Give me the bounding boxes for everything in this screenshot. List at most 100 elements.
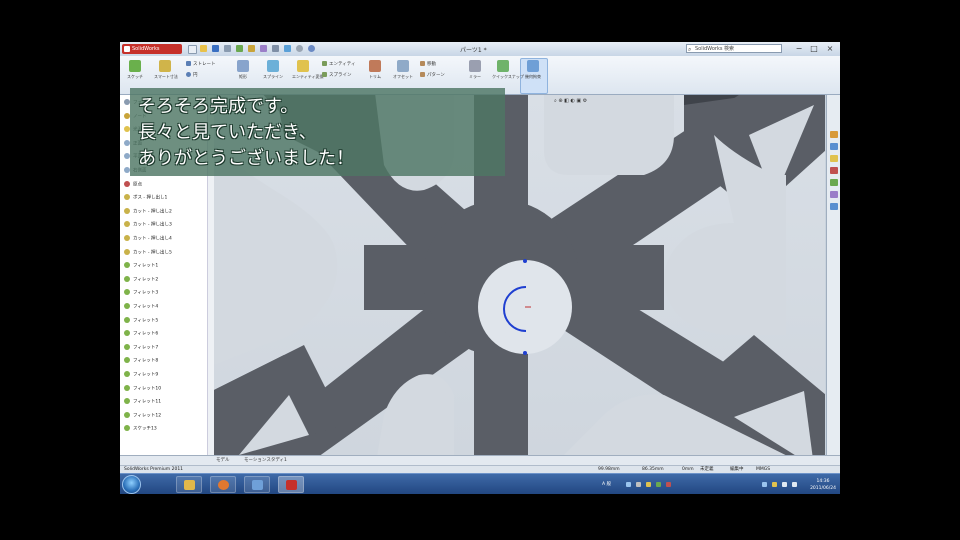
- move-tool[interactable]: 移動: [420, 61, 436, 67]
- rectangle-tool[interactable]: 矩形: [232, 60, 254, 80]
- ime-icon-5[interactable]: [666, 482, 671, 487]
- tree-item[interactable]: フィレット11: [124, 398, 161, 406]
- tree-node-icon: [124, 180, 130, 187]
- convert-entities-tool[interactable]: エンティティ変換: [292, 60, 324, 80]
- taskbar-explorer[interactable]: [176, 476, 202, 493]
- feature-icon: [124, 221, 130, 228]
- line-tool[interactable]: ストレート: [186, 61, 216, 67]
- tree-item[interactable]: フィレット4: [124, 303, 158, 311]
- dimension-icon: [159, 60, 171, 72]
- spline-tool[interactable]: スプライン: [262, 60, 284, 80]
- tree-item[interactable]: フィレット1: [124, 262, 158, 270]
- gear-icon[interactable]: [296, 45, 303, 52]
- taskbar-media[interactable]: [210, 476, 236, 493]
- pattern-tool-label: パターン: [427, 73, 445, 78]
- options-icon[interactable]: [260, 45, 267, 52]
- tree-item[interactable]: フィレット5: [124, 316, 159, 325]
- feature-icon: [124, 289, 130, 296]
- offset-icon: [397, 60, 409, 72]
- pattern-tool[interactable]: パターン: [420, 72, 445, 78]
- tree-item[interactable]: カット - 押し出し5: [124, 248, 172, 257]
- tree-item[interactable]: スケッチ13: [124, 425, 157, 433]
- smart-dimension-tool[interactable]: スマート寸法: [154, 60, 178, 80]
- ime-icon-2[interactable]: [636, 482, 641, 487]
- caption-line-1: そろそろ完成です。: [138, 96, 299, 117]
- taskbar-network[interactable]: [244, 476, 270, 493]
- mirror-tool[interactable]: ミラー: [464, 60, 486, 80]
- maximize-button[interactable]: □: [807, 43, 821, 54]
- print-icon[interactable]: [224, 45, 231, 52]
- search-icon: ⌕: [688, 46, 692, 53]
- tree-item[interactable]: フィレット2: [124, 275, 158, 284]
- view-palette-icon[interactable]: [830, 179, 838, 186]
- undo-icon[interactable]: [236, 45, 243, 52]
- line-icon: [186, 61, 191, 66]
- tray-icon-1[interactable]: [762, 482, 767, 487]
- tree-item[interactable]: カット - 押し出し2: [124, 207, 172, 216]
- spline-small-tool[interactable]: スプライン: [322, 72, 352, 78]
- tree-item[interactable]: カット - 押し出し3: [124, 221, 172, 229]
- open-file-icon[interactable]: [200, 45, 207, 52]
- tree-item[interactable]: フィレット3: [124, 289, 158, 297]
- help-icon[interactable]: [308, 45, 315, 52]
- trim-tool[interactable]: トリム: [364, 60, 386, 80]
- rebuild-icon[interactable]: [248, 45, 255, 52]
- select-icon[interactable]: [272, 45, 279, 52]
- volume-icon[interactable]: [792, 482, 797, 487]
- network-tray-icon[interactable]: [782, 482, 787, 487]
- tree-item[interactable]: カット - 押し出し4: [124, 235, 172, 243]
- heads-up-view-toolbar[interactable]: ⌕ ⊕ ◧ ◐ ▣ ⚙: [554, 98, 587, 104]
- tree-item-label: フィレット5: [133, 318, 159, 324]
- feature-icon: [124, 303, 130, 309]
- taskbar-clock[interactable]: 14:36 2011/06/24: [810, 478, 836, 492]
- tree-item[interactable]: フィレット12: [124, 411, 161, 420]
- file-explorer-icon[interactable]: [830, 155, 838, 162]
- ime-indicator[interactable]: A 般: [602, 481, 611, 487]
- entities-tool[interactable]: エンティティ: [322, 61, 355, 67]
- ime-icon-4[interactable]: [656, 482, 661, 487]
- tree-item[interactable]: フィレット9: [124, 371, 158, 379]
- appearances-icon[interactable]: [830, 191, 838, 198]
- feature-icon: [124, 194, 130, 201]
- zoom-icon[interactable]: [284, 45, 291, 52]
- task-pane-tabs: [826, 95, 840, 455]
- tray-icon-2[interactable]: [772, 482, 777, 487]
- offset-tool[interactable]: オフセット: [392, 60, 414, 80]
- close-button[interactable]: ×: [823, 43, 837, 54]
- tree-item[interactable]: 原点: [124, 180, 142, 189]
- offset-tool-label: オフセット: [393, 74, 413, 79]
- trim-icon: [369, 60, 381, 72]
- tree-item[interactable]: フィレット8: [124, 357, 158, 365]
- relations-tool-label: 幾何拘束: [525, 74, 541, 79]
- app-logo[interactable]: SolidWorks: [122, 44, 182, 54]
- resources-icon[interactable]: [830, 131, 838, 138]
- tree-item[interactable]: フィレット7: [124, 343, 158, 352]
- sketch-point-top[interactable]: [523, 259, 527, 263]
- video-caption-overlay: そろそろ完成です。 長々と見ていただき、 ありがとうございました！: [130, 88, 505, 176]
- taskbar-solidworks[interactable]: [278, 476, 304, 493]
- ime-icon-3[interactable]: [646, 482, 651, 487]
- quick-snap-tool[interactable]: クイックスナップ: [492, 60, 524, 80]
- tree-item[interactable]: ボス - 押し出し1: [124, 194, 167, 202]
- sketch-tool[interactable]: スケッチ: [124, 60, 146, 80]
- save-icon[interactable]: [212, 45, 219, 52]
- ime-icon-1[interactable]: [626, 482, 631, 487]
- circle-tool[interactable]: 円: [186, 72, 198, 78]
- tree-item-label: 原点: [133, 182, 142, 188]
- sketch-point-bottom[interactable]: [523, 351, 527, 355]
- new-file-icon[interactable]: [188, 45, 197, 54]
- circle-tool-label: 円: [193, 73, 198, 78]
- minimize-button[interactable]: −: [792, 43, 806, 54]
- tree-item[interactable]: フィレット6: [124, 330, 158, 338]
- design-library-icon[interactable]: [830, 143, 838, 150]
- quick-snap-label: クイックスナップ: [492, 74, 524, 79]
- search-results-icon[interactable]: [830, 167, 838, 174]
- caption-line-3: ありがとうございました！: [138, 148, 354, 169]
- tree-item[interactable]: フィレット10: [124, 384, 161, 393]
- tree-item-label: スケッチ13: [133, 426, 157, 432]
- entities-icon: [322, 61, 327, 66]
- search-input[interactable]: ⌕ SolidWorks 検索: [686, 44, 782, 53]
- relations-tool[interactable]: 幾何拘束: [522, 60, 544, 80]
- custom-properties-icon[interactable]: [830, 203, 838, 210]
- windows-start-orb-icon[interactable]: [122, 475, 141, 494]
